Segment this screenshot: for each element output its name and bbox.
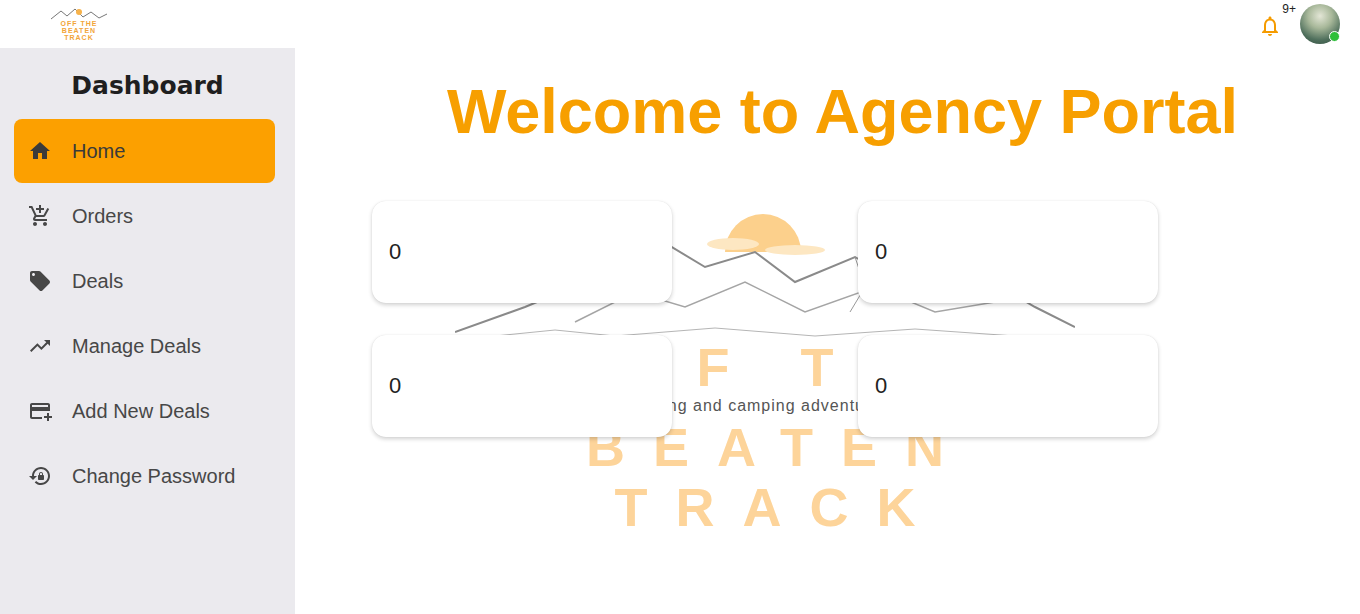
- home-icon: [28, 139, 52, 163]
- mountain-icon: [49, 8, 109, 20]
- sidebar-item[interactable]: Orders: [14, 184, 275, 248]
- stat-card[interactable]: 0: [858, 201, 1158, 303]
- trending-icon: [28, 334, 52, 358]
- sidebar-item-label: Change Password: [72, 464, 235, 488]
- sidebar-title: Dashboard: [14, 70, 275, 102]
- sidebar-item[interactable]: Home: [14, 119, 275, 183]
- brand-line: OFF THE: [61, 20, 98, 27]
- tag-icon: [28, 269, 52, 293]
- top-bar: OFF THEBEATENTRACK 9+: [0, 0, 1360, 48]
- bell-icon: [1258, 14, 1282, 38]
- stat-value: 0: [875, 373, 887, 399]
- stat-cards: 0 0 0 0: [372, 201, 1158, 437]
- sidebar-item-label: Orders: [72, 204, 133, 228]
- sidebar-item-label: Deals: [72, 269, 123, 293]
- sidebar-item-label: Add New Deals: [72, 399, 210, 423]
- stat-value: 0: [389, 239, 401, 265]
- brand-line: TRACK: [64, 34, 94, 41]
- watermark-tagline: hiking and camping adventures: [640, 395, 890, 417]
- agency-portal: OFF THEBEATENTRACK 9+ Dashboard Home Ord…: [0, 0, 1360, 614]
- brand-line: BEATEN: [62, 27, 96, 34]
- top-actions: 9+: [1256, 4, 1340, 44]
- card-icon: [28, 399, 52, 423]
- sidebar-item[interactable]: Manage Deals: [14, 314, 275, 378]
- sidebar-menu: Home Orders Deals Manage Deals Add New D…: [14, 119, 275, 508]
- watermark-brand-line: TRACK: [587, 477, 944, 537]
- sidebar-item-label: Home: [72, 139, 125, 163]
- brand-name: OFF THEBEATENTRACK: [61, 20, 98, 41]
- stat-value: 0: [875, 239, 887, 265]
- notification-badge: 9+: [1282, 2, 1296, 16]
- lock-reset-icon: [28, 464, 52, 488]
- brand-logo[interactable]: OFF THEBEATENTRACK: [30, 8, 128, 41]
- main-content: Welcome to Agency Portal OFF THE hiking …: [295, 48, 1360, 614]
- welcome-title: Welcome to Agency Portal: [295, 72, 1360, 150]
- body: Dashboard Home Orders Deals Manage Deals…: [0, 48, 1360, 614]
- notifications-button[interactable]: 9+: [1256, 12, 1284, 40]
- stats-area: OFF THE hiking and camping adventures BE…: [372, 201, 1158, 437]
- sidebar-item[interactable]: Deals: [14, 249, 275, 313]
- stat-card[interactable]: 0: [372, 335, 672, 437]
- stat-value: 0: [389, 373, 401, 399]
- online-status-dot: [1329, 31, 1340, 42]
- sidebar: Dashboard Home Orders Deals Manage Deals…: [0, 48, 295, 614]
- user-avatar[interactable]: [1300, 4, 1340, 44]
- stat-card[interactable]: 0: [372, 201, 672, 303]
- sidebar-item[interactable]: Change Password: [14, 444, 275, 508]
- cart-icon: [28, 204, 52, 228]
- sidebar-item[interactable]: Add New Deals: [14, 379, 275, 443]
- sidebar-item-label: Manage Deals: [72, 334, 201, 358]
- stat-card[interactable]: 0: [858, 335, 1158, 437]
